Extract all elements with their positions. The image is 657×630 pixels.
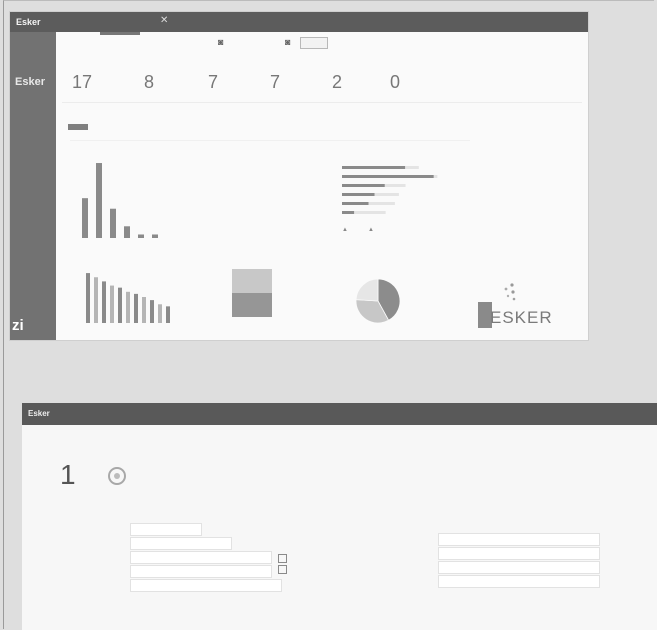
bar-2 [94, 277, 98, 323]
field-box[interactable] [438, 561, 600, 574]
counter-4[interactable]: 7 [270, 72, 280, 93]
counter-5[interactable]: 2 [332, 72, 342, 93]
hbar-2 [342, 175, 434, 178]
hbar-track-1 [405, 166, 419, 169]
document-count: 1 [60, 459, 76, 490]
chart-axis-marks: ▲ ▲ [342, 227, 374, 233]
hbar-track-5 [368, 202, 395, 205]
hbar-track-2 [433, 175, 438, 178]
square-button-icon[interactable] [278, 554, 287, 563]
app-brand[interactable]: Esker [16, 17, 41, 27]
hbar-track-4 [374, 193, 399, 196]
dashboard-screenshot: Esker ✕ Esker zi ◙ ◙ 17 8 7 7 2 0 ▲ ▲ ES… [10, 12, 588, 340]
hbar-6 [342, 211, 355, 214]
bar-4 [110, 285, 114, 323]
bar-1 [82, 198, 88, 238]
bar-6 [126, 291, 130, 323]
close-icon[interactable]: ✕ [160, 15, 168, 26]
counter-1[interactable]: 17 [72, 72, 92, 93]
calendar-icon[interactable]: ◙ [285, 37, 290, 47]
bar-3 [110, 208, 116, 238]
sidebar-label[interactable]: Esker [15, 76, 45, 88]
bar-5 [138, 234, 144, 238]
square-button-icon[interactable] [278, 565, 287, 574]
apply-button[interactable] [300, 37, 328, 49]
field-box[interactable] [438, 575, 600, 588]
horizontal-bar-chart [342, 166, 438, 214]
counter-6[interactable]: 0 [390, 72, 400, 93]
top-bar: Esker ✕ [10, 12, 588, 32]
nav-bar: Esker [22, 403, 657, 425]
bar-2 [96, 163, 102, 238]
sidebar: Esker zi [10, 32, 56, 340]
logo-text: ESKER [490, 308, 553, 327]
bar-7 [134, 293, 138, 323]
bar-6 [152, 234, 158, 238]
hbar-3 [342, 184, 385, 187]
bar-9 [150, 300, 154, 323]
active-tab-indicator [100, 32, 140, 35]
app-brand[interactable]: Esker [28, 409, 50, 418]
section-divider [70, 140, 470, 141]
section-chip[interactable] [68, 124, 88, 130]
bar-10 [158, 304, 162, 323]
field-box[interactable] [130, 523, 202, 536]
block-lower [232, 293, 272, 317]
field-box[interactable] [130, 565, 272, 578]
block-upper [232, 269, 272, 293]
counter-2[interactable]: 8 [144, 72, 154, 93]
bar-chart-small [82, 163, 158, 238]
status-circle-icon[interactable] [108, 467, 126, 485]
bar-chart-descending [86, 273, 170, 323]
counters-divider [62, 102, 582, 103]
field-box[interactable] [130, 579, 282, 592]
bar-3 [102, 281, 106, 323]
document-screenshot: Esker 1 [22, 403, 657, 630]
filter-icon[interactable]: ◙ [218, 37, 223, 47]
field-box[interactable] [130, 537, 232, 550]
hbar-1 [342, 166, 406, 169]
esker-logo: ESKER [478, 280, 578, 330]
field-box[interactable] [130, 551, 272, 564]
field-box[interactable] [438, 547, 600, 560]
bar-1 [86, 273, 90, 323]
bar-8 [142, 297, 146, 323]
hbar-track-6 [354, 211, 386, 214]
field-box[interactable] [438, 533, 600, 546]
bar-4 [124, 226, 130, 238]
hbar-5 [342, 202, 369, 205]
bar-11 [166, 306, 170, 323]
logo-dots-icon [504, 283, 516, 301]
sidebar-footer-letter: zi [12, 317, 24, 334]
stacked-block-chart [232, 269, 272, 317]
bar-5 [118, 287, 122, 323]
pie-slice-3 [355, 278, 379, 302]
hbar-track-3 [384, 184, 406, 187]
counter-3[interactable]: 7 [208, 72, 218, 93]
hbar-4 [342, 193, 375, 196]
pie-chart [355, 278, 401, 324]
